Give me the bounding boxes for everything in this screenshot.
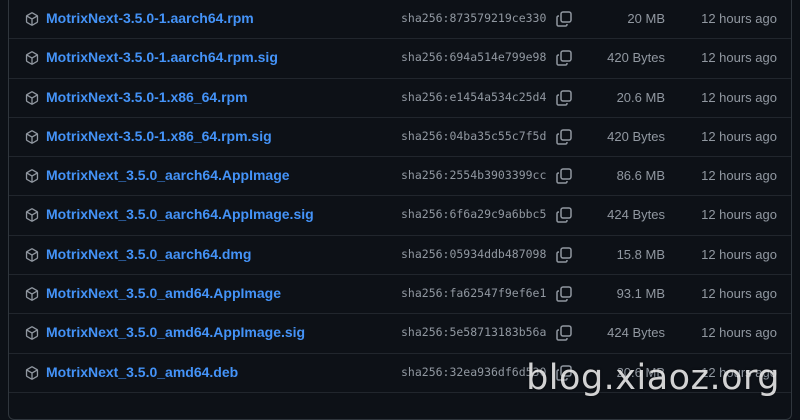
asset-row: MotrixNext_3.5.0_amd64.AppImage.sig sha2…	[9, 314, 791, 353]
asset-size: 424 Bytes	[607, 325, 665, 340]
asset-size: 93.1 MB	[617, 286, 665, 301]
asset-row: MotrixNext_3.5.0_amd64.deb sha256:32ea93…	[9, 354, 791, 393]
copy-icon[interactable]	[555, 10, 573, 28]
copy-icon[interactable]	[555, 49, 573, 67]
asset-name-link[interactable]: MotrixNext-3.5.0-1.aarch64.rpm	[46, 10, 254, 26]
package-icon	[25, 12, 39, 26]
package-icon	[25, 248, 39, 262]
asset-name-link[interactable]: MotrixNext_3.5.0_amd64.AppImage	[46, 285, 281, 301]
copy-icon[interactable]	[555, 128, 573, 146]
package-icon	[25, 326, 39, 340]
asset-size: 20.6 MB	[617, 365, 665, 380]
asset-size: 86.6 MB	[617, 168, 665, 183]
asset-row: MotrixNext_3.5.0_amd64.AppImage sha256:f…	[9, 275, 791, 314]
copy-icon[interactable]	[555, 324, 573, 342]
asset-name-link[interactable]: MotrixNext_3.5.0_amd64.deb	[46, 364, 238, 380]
asset-timestamp: 12 hours ago	[701, 129, 777, 144]
asset-name-link[interactable]: MotrixNext_3.5.0_aarch64.AppImage	[46, 167, 290, 183]
asset-size: 420 Bytes	[607, 50, 665, 65]
copy-icon[interactable]	[555, 246, 573, 264]
package-icon	[25, 130, 39, 144]
asset-size: 20 MB	[627, 11, 665, 26]
asset-name-link[interactable]: MotrixNext_3.5.0_aarch64.dmg	[46, 246, 251, 262]
package-icon	[25, 287, 39, 301]
asset-sha256: sha256:04ba35c55c7f5d	[401, 129, 547, 143]
asset-timestamp: 12 hours ago	[701, 90, 777, 105]
asset-sha256: sha256:873579219ce330	[401, 11, 547, 25]
copy-icon[interactable]	[555, 167, 573, 185]
asset-timestamp: 12 hours ago	[701, 207, 777, 222]
copy-icon[interactable]	[555, 89, 573, 107]
asset-name-link[interactable]: MotrixNext-3.5.0-1.x86_64.rpm.sig	[46, 128, 272, 144]
copy-icon[interactable]	[555, 285, 573, 303]
asset-timestamp: 12 hours ago	[701, 11, 777, 26]
asset-name-link[interactable]: MotrixNext_3.5.0_aarch64.AppImage.sig	[46, 206, 314, 222]
package-icon	[25, 91, 39, 105]
asset-sha256: sha256:694a514e799e98	[401, 50, 547, 64]
asset-row: MotrixNext-3.5.0-1.x86_64.rpm sha256:e14…	[9, 79, 791, 118]
asset-sha256: sha256:2554b3903399cc	[401, 168, 547, 182]
asset-timestamp: 12 hours ago	[701, 286, 777, 301]
asset-sha256: sha256:fa62547f9ef6e1	[401, 286, 547, 300]
asset-name-link[interactable]: MotrixNext-3.5.0-1.x86_64.rpm	[46, 89, 248, 105]
release-assets-list: MotrixNext-3.5.0-1.aarch64.rpm sha256:87…	[8, 0, 792, 420]
asset-timestamp: 12 hours ago	[701, 247, 777, 262]
package-icon	[25, 366, 39, 380]
asset-row: MotrixNext_3.5.0_aarch64.AppImage.sig sh…	[9, 196, 791, 235]
asset-row: MotrixNext_3.5.0_aarch64.AppImage sha256…	[9, 157, 791, 196]
asset-size: 20.6 MB	[617, 90, 665, 105]
package-icon	[25, 208, 39, 222]
asset-row: MotrixNext-3.5.0-1.aarch64.rpm.sig sha25…	[9, 39, 791, 78]
asset-sha256: sha256:05934ddb487098	[401, 247, 547, 261]
asset-row: MotrixNext_3.5.0_aarch64.dmg sha256:0593…	[9, 236, 791, 275]
asset-size: 15.8 MB	[617, 247, 665, 262]
asset-sha256: sha256:5e58713183b56a	[401, 325, 547, 339]
asset-name-link[interactable]: MotrixNext_3.5.0_amd64.AppImage.sig	[46, 324, 305, 340]
asset-sha256: sha256:32ea936df6d530	[401, 365, 547, 379]
asset-sha256: sha256:e1454a534c25d4	[401, 90, 547, 104]
asset-timestamp: 12 hours ago	[701, 325, 777, 340]
package-icon	[25, 51, 39, 65]
asset-row: MotrixNext-3.5.0-1.x86_64.rpm.sig sha256…	[9, 118, 791, 157]
copy-icon[interactable]	[555, 364, 573, 382]
package-icon	[25, 169, 39, 183]
asset-size: 420 Bytes	[607, 129, 665, 144]
asset-name-link[interactable]: MotrixNext-3.5.0-1.aarch64.rpm.sig	[46, 49, 278, 65]
asset-timestamp: 12 hours ago	[701, 168, 777, 183]
asset-timestamp: 12 hours ago	[701, 50, 777, 65]
copy-icon[interactable]	[555, 206, 573, 224]
asset-size: 424 Bytes	[607, 207, 665, 222]
asset-sha256: sha256:6f6a29c9a6bbc5	[401, 207, 547, 221]
asset-timestamp: 12 hours ago	[701, 365, 777, 380]
asset-row: MotrixNext-3.5.0-1.aarch64.rpm sha256:87…	[9, 0, 791, 39]
